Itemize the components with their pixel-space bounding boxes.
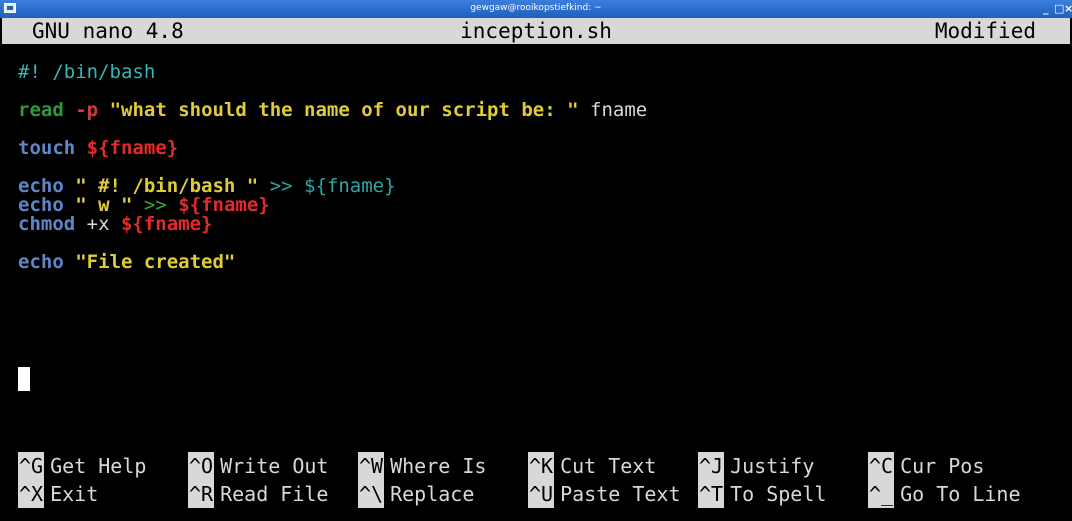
read-prompt-string: "what should the name of our script be: … — [109, 99, 579, 121]
shortcut-key: ^J — [698, 452, 725, 480]
chmod-variable: ${fname} — [120, 213, 213, 235]
shortcut-key: ^G — [18, 452, 45, 480]
code-line[interactable]: echo "File created" — [18, 253, 647, 272]
shortcut-key: ^O — [188, 452, 215, 480]
shortcut-label: To Spell — [730, 482, 827, 506]
shortcut-read-file[interactable]: ^R Read File — [188, 480, 328, 508]
code-line[interactable]: chmod +x ${fname} — [18, 215, 647, 234]
shortcut-cur-pos[interactable]: ^C Cur Pos — [868, 452, 984, 480]
shortcut-label: Paste Text — [560, 482, 681, 506]
shortcut-key: ^_ — [868, 480, 895, 508]
chmod-command: chmod — [18, 213, 76, 235]
nano-header-bar: GNU nano 4.8 inception.sh Modified — [2, 18, 1070, 44]
shortcut-replace[interactable]: ^\ Replace — [358, 480, 474, 508]
shortcut-key: ^R — [188, 480, 215, 508]
shortcut-label: Read File — [220, 482, 329, 506]
shortcut-get-help[interactable]: ^G Get Help — [18, 452, 146, 480]
shortcut-key: ^K — [528, 452, 555, 480]
shortcut-key: ^X — [18, 480, 45, 508]
code-line[interactable]: #! /bin/bash — [18, 63, 647, 82]
shortcut-label: Cut Text — [560, 454, 657, 478]
shortcut-label: Justify — [730, 454, 815, 478]
window-title: gewgaw@rooikopstiefkind: ~ — [470, 3, 602, 13]
shebang: #! /bin/bash — [18, 61, 156, 83]
shortcut-label: Get Help — [50, 454, 147, 478]
code-line[interactable]: touch ${fname} — [18, 139, 647, 158]
shortcut-justify[interactable]: ^J Justify — [698, 452, 814, 480]
touch-command: touch — [18, 137, 76, 159]
shortcut-key: ^C — [868, 452, 895, 480]
touch-variable: ${fname} — [86, 137, 179, 159]
shortcut-exit[interactable]: ^X Exit — [18, 480, 98, 508]
shortcut-key: ^T — [698, 480, 725, 508]
shortcut-write-out[interactable]: ^O Write Out — [188, 452, 328, 480]
minimize-button[interactable]: _ — [1043, 2, 1049, 16]
shortcut-key: ^\ — [358, 480, 385, 508]
shortcut-label: Replace — [390, 482, 475, 506]
window-titlebar[interactable]: gewgaw@rooikopstiefkind: ~ _ □ × — [0, 0, 1072, 18]
text-cursor — [18, 367, 30, 391]
close-button[interactable]: × — [1064, 2, 1072, 16]
shortcut-label: Go To Line — [900, 482, 1021, 506]
chmod-args: +x — [75, 213, 110, 235]
shortcut-cut-text[interactable]: ^K Cut Text — [528, 452, 656, 480]
shortcut-key: ^W — [358, 452, 385, 480]
maximize-button[interactable]: □ — [1054, 2, 1064, 16]
echo-string: "File created" — [75, 251, 236, 273]
modified-status: Modified — [934, 19, 1036, 43]
shortcut-label: Where Is — [390, 454, 487, 478]
terminal-window: gewgaw@rooikopstiefkind: ~ _ □ × GNU nan… — [0, 0, 1072, 521]
shortcut-paste-text[interactable]: ^U Paste Text — [528, 480, 681, 508]
shortcut-to-spell[interactable]: ^T To Spell — [698, 480, 826, 508]
echo-variable: ${fname} — [304, 175, 396, 197]
editor-text-area[interactable]: #! /bin/bash read -p "what should the na… — [18, 63, 647, 272]
read-command: read — [18, 99, 64, 121]
shortcut-go-to-line[interactable]: ^_ Go To Line — [868, 480, 1021, 508]
shortcut-label: Cur Pos — [900, 454, 985, 478]
shortcut-key: ^U — [528, 480, 555, 508]
shortcut-label: Exit — [50, 482, 99, 506]
shortcut-label: Write Out — [220, 454, 329, 478]
code-line[interactable]: read -p "what should the name of our scr… — [18, 101, 647, 120]
echo-command: echo — [18, 251, 64, 273]
read-variable: fname — [578, 99, 648, 121]
read-flag: -p — [75, 99, 99, 121]
file-name: inception.sh — [460, 19, 612, 43]
shortcut-where-is[interactable]: ^W Where Is — [358, 452, 486, 480]
